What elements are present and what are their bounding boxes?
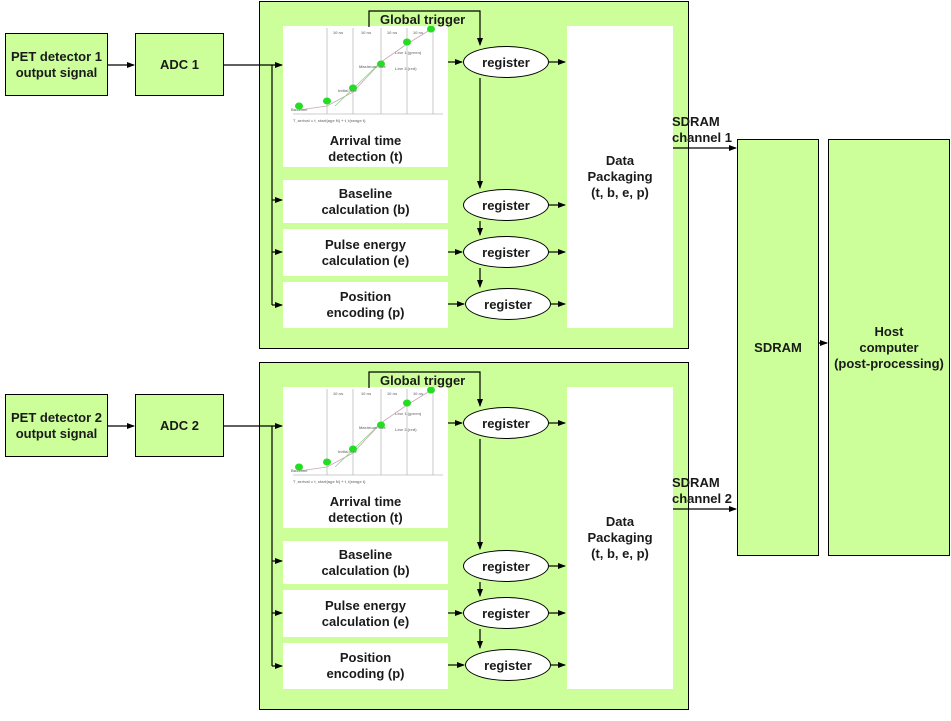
sdram-wires bbox=[673, 145, 828, 512]
